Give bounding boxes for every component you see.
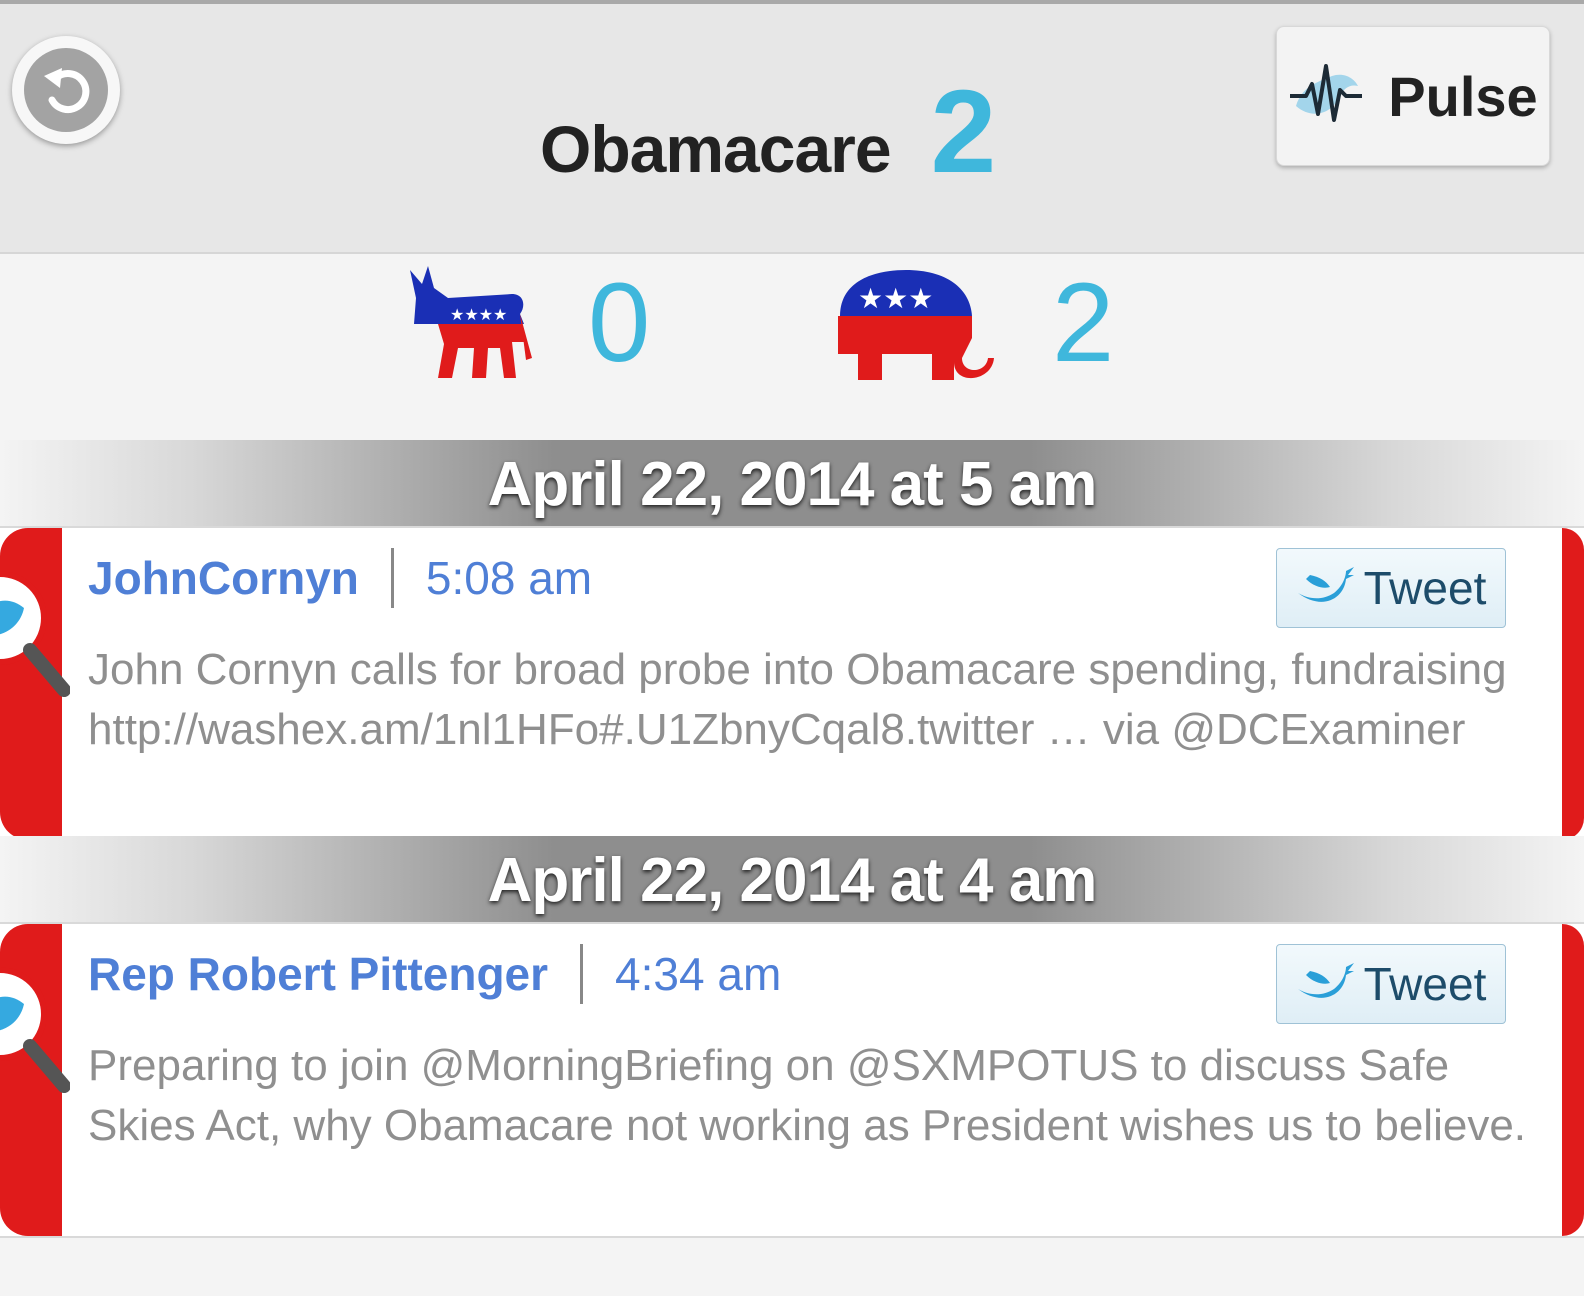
date-header: April 22, 2014 at 4 am: [0, 836, 1584, 924]
republican-marker-right: [1562, 924, 1584, 1236]
tweet-card[interactable]: JohnCornyn 5:08 am Tweet John Cornyn cal…: [0, 526, 1584, 842]
tweet-text: John Cornyn calls for broad probe into O…: [88, 645, 1507, 754]
search-twitter-icon[interactable]: [0, 954, 71, 1109]
back-arrow-icon: [24, 48, 108, 132]
tweet-meta: Rep Robert Pittenger 4:34 am: [88, 942, 781, 1006]
tweet-button[interactable]: Tweet: [1276, 944, 1506, 1024]
tweet-text: Preparing to join @MorningBriefing on @S…: [88, 1041, 1527, 1150]
pulse-label: Pulse: [1388, 64, 1538, 128]
svg-text:★★★★: ★★★★: [450, 305, 507, 324]
date-header-label: April 22, 2014 at 4 am: [487, 845, 1098, 915]
pulse-waveform-icon: [1288, 56, 1364, 137]
twitter-bird-icon: [1296, 563, 1354, 614]
tweet-card[interactable]: Rep Robert Pittenger 4:34 am Tweet Prepa…: [0, 922, 1584, 1238]
democrat-count: 0: [588, 260, 651, 385]
meta-divider: [580, 944, 584, 1004]
tweet-time[interactable]: 5:08 am: [426, 551, 592, 605]
title-group: Obamacare 2: [540, 64, 996, 204]
republican-marker-right: [1562, 528, 1584, 840]
tweet-button[interactable]: Tweet: [1276, 548, 1506, 628]
democrat-donkey-icon: ★★★★: [408, 258, 532, 387]
republican-elephant-icon: ★★★: [836, 258, 996, 387]
svg-text:★★★: ★★★: [858, 282, 933, 315]
party-scores: ★★★★ 0 ★★★ 2: [0, 258, 1584, 438]
tweet-time[interactable]: 4:34 am: [615, 947, 781, 1001]
date-header: April 22, 2014 at 5 am: [0, 440, 1584, 528]
tweet-button-label: Tweet: [1363, 958, 1487, 1010]
republican-count: 2: [1052, 260, 1115, 385]
page-title: Obamacare: [540, 112, 892, 186]
total-count: 2: [930, 66, 997, 198]
pulse-button[interactable]: Pulse: [1276, 26, 1550, 166]
twitter-bird-icon: [1296, 959, 1354, 1010]
democrat-score: ★★★★ 0: [408, 258, 650, 387]
tweet-author[interactable]: JohnCornyn: [88, 551, 359, 605]
tweet-author[interactable]: Rep Robert Pittenger: [88, 947, 548, 1001]
date-header-label: April 22, 2014 at 5 am: [487, 449, 1098, 519]
search-twitter-icon[interactable]: [0, 558, 71, 713]
tweet-button-label: Tweet: [1363, 562, 1487, 614]
meta-divider: [390, 548, 394, 608]
republican-score: ★★★ 2: [836, 258, 1114, 387]
header-bar: Obamacare 2 Pulse: [0, 4, 1584, 254]
tweet-meta: JohnCornyn 5:08 am: [88, 546, 592, 610]
back-button[interactable]: [12, 36, 120, 144]
